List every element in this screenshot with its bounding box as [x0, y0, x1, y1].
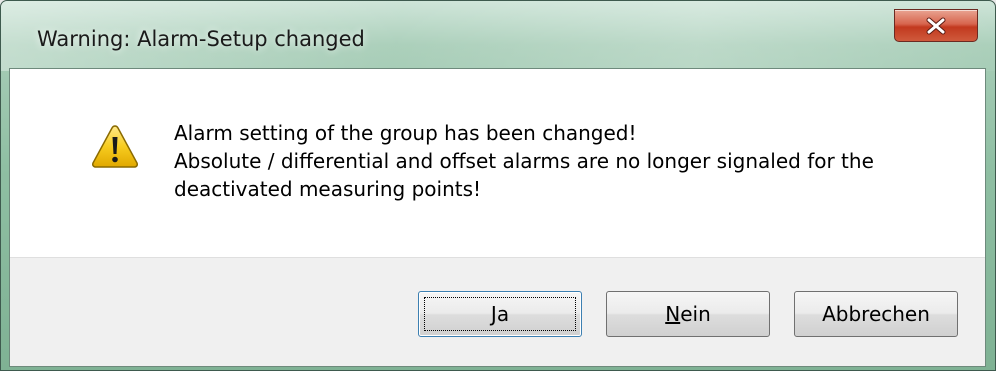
message-area: Alarm setting of the group has been chan… — [10, 69, 985, 257]
window-title: Warning: Alarm-Setup changed — [37, 27, 365, 51]
nein-button[interactable]: Nein — [606, 291, 770, 337]
button-bar: Ja Nein Abbrechen — [10, 257, 985, 366]
nein-label-rest: ein — [680, 302, 711, 326]
message-line-2: Absolute / differential and offset alarm… — [174, 149, 874, 173]
abbrechen-button-label: Abbrechen — [822, 302, 930, 326]
focus-ring — [424, 297, 576, 331]
close-button[interactable] — [894, 9, 978, 42]
ja-button[interactable]: Ja — [418, 291, 582, 337]
message-line-1: Alarm setting of the group has been chan… — [174, 121, 637, 145]
dialog-content: Alarm setting of the group has been chan… — [9, 68, 986, 367]
title-bar[interactable]: Warning: Alarm-Setup changed — [1, 1, 995, 67]
close-icon — [925, 17, 947, 35]
nein-mnemonic: N — [665, 302, 681, 326]
nein-button-label: Nein — [665, 302, 711, 326]
abbrechen-button[interactable]: Abbrechen — [794, 291, 958, 337]
message-text: Alarm setting of the group has been chan… — [174, 119, 954, 203]
message-line-3: deactivated measuring points! — [174, 177, 482, 201]
warning-icon — [91, 123, 139, 174]
dialog-window: Warning: Alarm-Setup changed Alarm setti… — [0, 0, 996, 371]
